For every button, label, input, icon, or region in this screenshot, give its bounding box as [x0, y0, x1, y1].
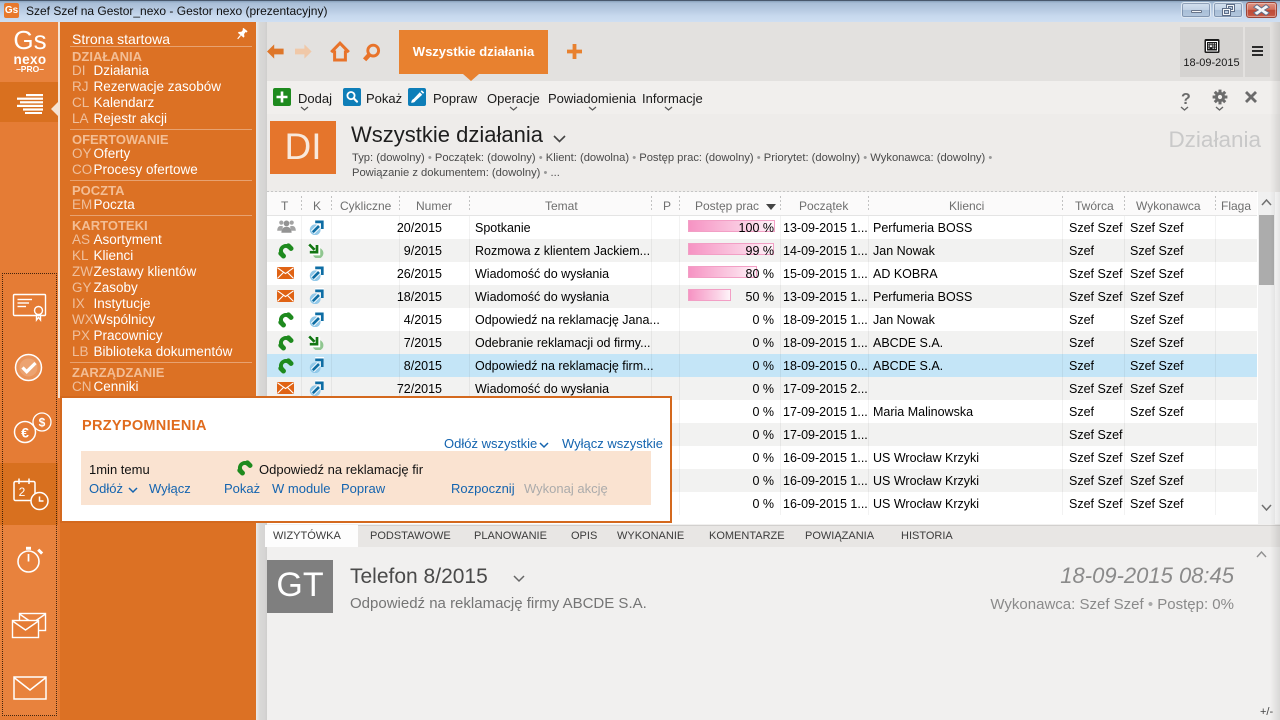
svg-text:€: € [21, 425, 29, 441]
svg-text:2: 2 [19, 485, 26, 499]
svg-text:$: $ [39, 416, 46, 430]
